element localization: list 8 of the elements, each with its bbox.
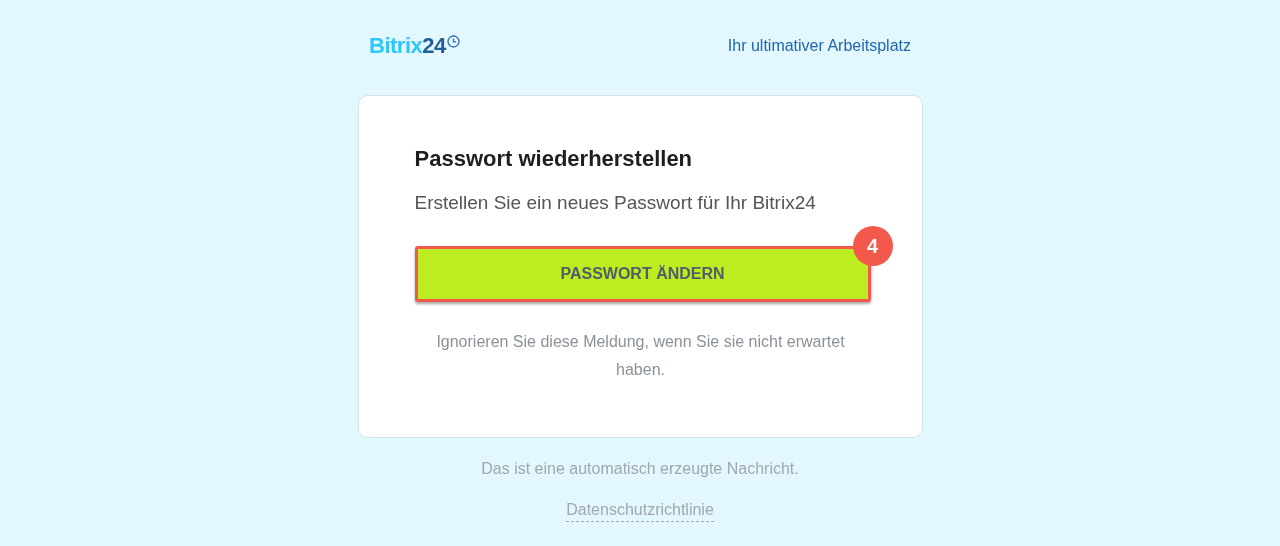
ignore-note: Ignorieren Sie diese Meldung, wenn Sie sie nicht erwartet haben. bbox=[435, 332, 846, 380]
logo-wordmark: Bitrix24 bbox=[369, 33, 446, 59]
step-badge: 4 bbox=[852, 226, 893, 266]
auto-notice: Das ist eine automatisch erzeugte Nachricht. bbox=[481, 460, 799, 478]
clock-icon bbox=[446, 35, 460, 48]
card-subtitle: Erstellen Sie ein neues Passwort für Ihr Bitrix24 bbox=[414, 192, 817, 214]
tagline: Ihr ultimativer Arbeitsplatz bbox=[727, 37, 911, 55]
card-title: Passwort wiederherstellen bbox=[414, 146, 694, 172]
